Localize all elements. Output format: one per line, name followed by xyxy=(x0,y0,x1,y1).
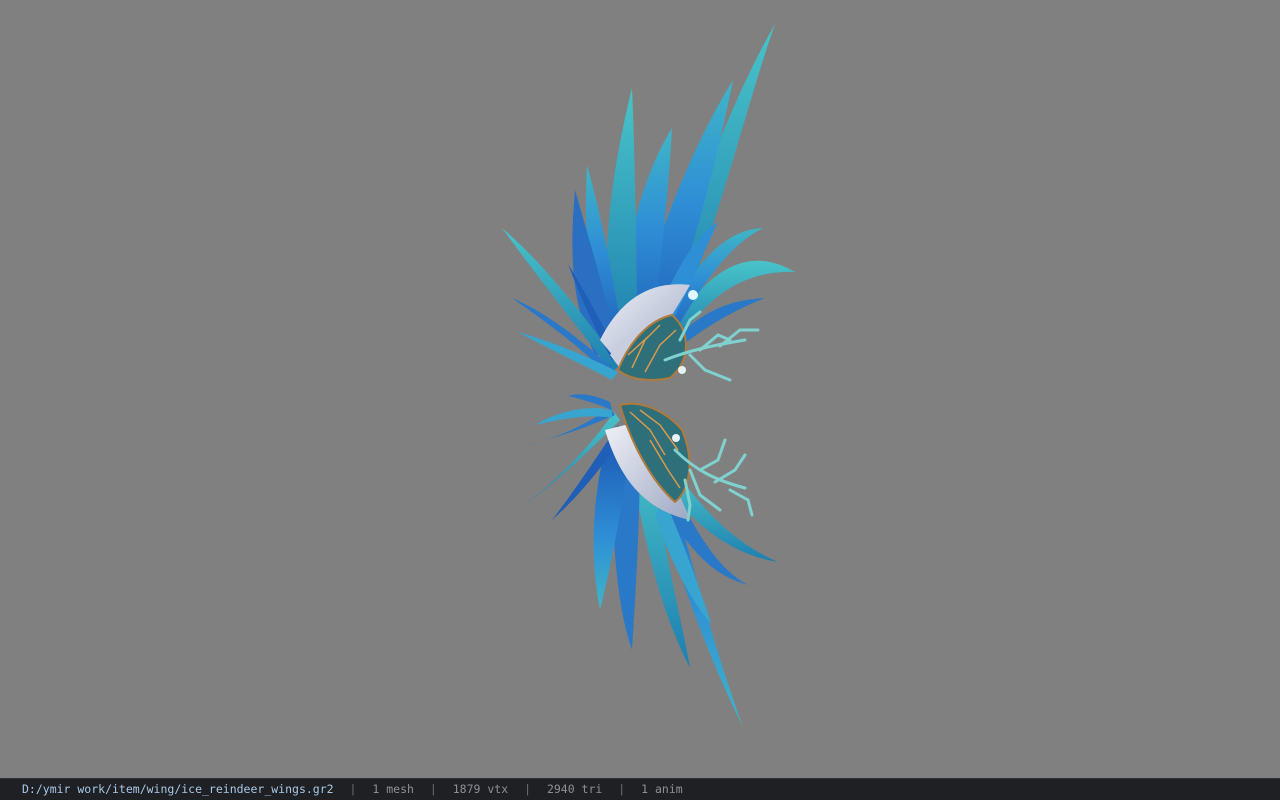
3d-viewport[interactable] xyxy=(0,0,1280,778)
status-separator: | xyxy=(524,782,531,796)
triangle-count-label: 2940 tri xyxy=(546,782,603,796)
wing-model-render xyxy=(502,24,795,727)
vertex-count-label: 1879 vtx xyxy=(452,782,509,796)
file-path-label: D:/ymir work/item/wing/ice_reindeer_wing… xyxy=(22,782,334,796)
lower-wing xyxy=(515,394,778,727)
status-bar: D:/ymir work/item/wing/ice_reindeer_wing… xyxy=(0,778,1280,800)
mesh-count-label: 1 mesh xyxy=(372,782,414,796)
upper-wing xyxy=(502,24,795,382)
status-separator: | xyxy=(618,782,626,796)
anim-count-label: 1 anim xyxy=(641,782,683,796)
status-separator: | xyxy=(429,782,437,796)
status-separator: | xyxy=(349,782,357,796)
